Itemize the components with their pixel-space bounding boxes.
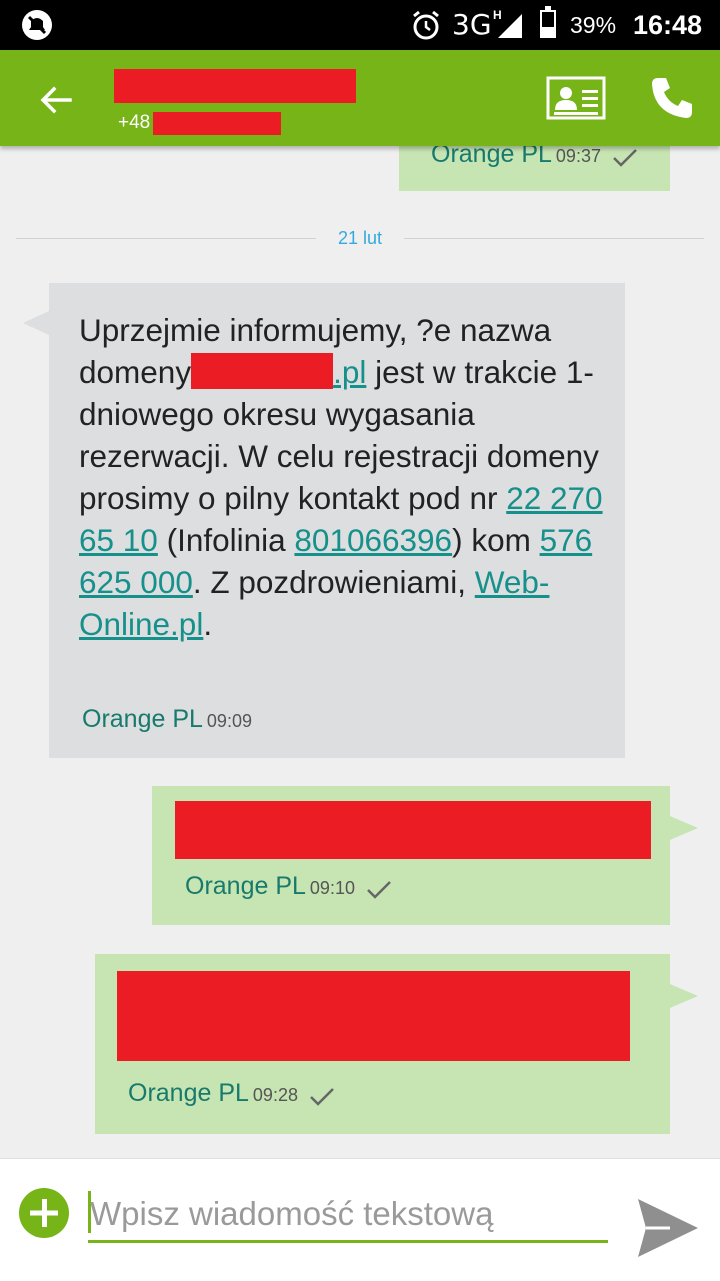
check-icon <box>310 1087 334 1106</box>
date-separator: 21 lut <box>16 228 704 248</box>
message-body: Uprzejmie informujemy, ?e nazwa domeny .p… <box>79 312 603 642</box>
message-composer <box>0 1158 720 1281</box>
status-bar: 3G H 39% 16:48 <box>0 0 720 50</box>
status-time: 16:48 <box>633 10 703 40</box>
check-icon <box>367 880 391 899</box>
message-operator: Orange PL <box>185 872 306 900</box>
text-cursor <box>88 1191 91 1233</box>
message-input[interactable] <box>88 1187 608 1243</box>
date-separator-label: 21 lut <box>337 228 383 248</box>
signal-icon <box>498 14 522 38</box>
message-time: 09:10 <box>309 878 355 898</box>
alarm-icon <box>413 10 439 40</box>
contact-number-redacted <box>153 112 281 135</box>
message-sent[interactable]: Orange PL 09:10 <box>152 786 698 925</box>
message-operator: Orange PL <box>128 1079 249 1107</box>
send-icon[interactable] <box>636 1197 700 1259</box>
domain-redacted <box>191 353 334 389</box>
message-sent[interactable]: Orange PL 09:28 <box>95 954 698 1134</box>
no-notifications-icon <box>22 10 52 40</box>
message-operator: Orange PL <box>82 705 203 733</box>
back-arrow-icon[interactable] <box>36 80 76 120</box>
check-icon <box>613 148 637 167</box>
contact-name-redacted[interactable] <box>114 69 356 103</box>
battery-percent: 39% <box>570 12 617 38</box>
conversation-header: +48 <box>0 50 720 146</box>
message-received[interactable]: Uprzejmie informujemy, ?e nazwa domeny .p… <box>23 283 625 758</box>
domain-link[interactable]: .pl <box>333 354 366 390</box>
network-type: 3G <box>452 8 492 41</box>
message-time: 09:37 <box>555 146 601 166</box>
message-time: 09:09 <box>206 711 252 731</box>
message-body-redacted <box>175 801 651 859</box>
message-time: 09:28 <box>252 1085 298 1105</box>
contact-card-icon[interactable] <box>546 76 606 120</box>
add-icon[interactable] <box>18 1187 70 1239</box>
message-body-redacted <box>117 971 630 1061</box>
infolinia-link[interactable]: 801066396 <box>294 522 452 558</box>
contact-number-prefix: +48 <box>118 112 151 133</box>
battery-icon <box>540 6 556 38</box>
phone-icon[interactable] <box>648 74 696 122</box>
